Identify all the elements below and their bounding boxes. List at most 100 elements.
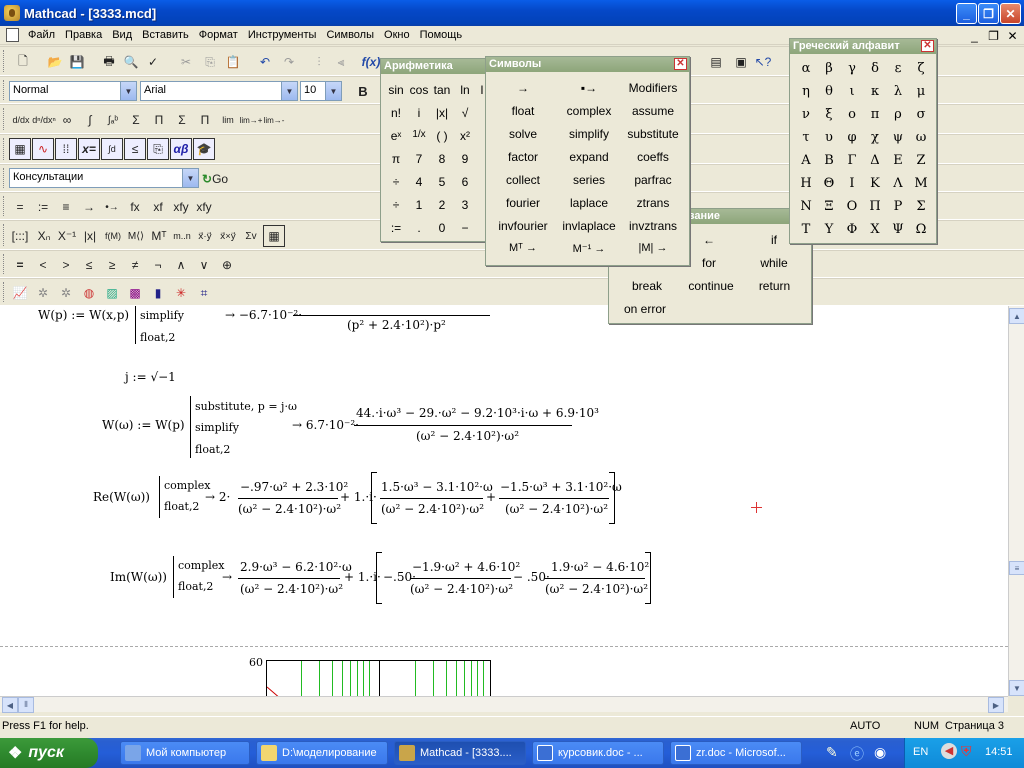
eq3-kw-float[interactable]: float,2: [195, 443, 230, 456]
open-icon[interactable]: 📂: [44, 51, 66, 73]
arith-minus-button[interactable]: −: [454, 221, 476, 235]
sym-ztrans-button[interactable]: ztrans: [620, 196, 686, 210]
arith-4-button[interactable]: 4: [408, 175, 430, 189]
arithmetic-palette[interactable]: Арифметика sin cos tan ln l n! i |x| √ e…: [380, 58, 488, 242]
bool-equal-button[interactable]: =: [9, 254, 31, 276]
maximize-button[interactable]: ❐: [978, 3, 999, 24]
task-word-kursovik[interactable]: курсовик.doc - ...: [532, 741, 664, 765]
greek-letter-button[interactable]: Θ: [819, 176, 839, 191]
greek-letter-button[interactable]: Μ: [911, 176, 931, 191]
eval-keyword-button[interactable]: •→: [101, 196, 123, 218]
greek-palette[interactable]: Греческий алфавит ✕ αβγδεζ ηθικλμ νξοπρσ τυφ…: [789, 38, 937, 244]
eq2-j-definition[interactable]: j := √−1: [125, 370, 176, 384]
indefinite-integral-button[interactable]: ∫: [79, 109, 101, 131]
programming-palette-icon[interactable]: ⎘: [147, 138, 169, 160]
symbolic-palette[interactable]: Символы ✕ → ▪→ Modifiers float complex as…: [485, 56, 690, 266]
resource-combo[interactable]: Консультации ▼: [9, 168, 199, 188]
undo-icon[interactable]: ↶: [254, 51, 276, 73]
minimize-button[interactable]: _: [956, 3, 977, 24]
calculus-palette-icon[interactable]: ∫d: [101, 138, 123, 160]
worksheet[interactable]: W(p) := W(x,p) simplify float,2 → −6.7·1…: [0, 306, 1008, 696]
sym-modifiers-button[interactable]: Modifiers: [620, 81, 686, 95]
greek-letter-button[interactable]: Δ: [865, 153, 885, 168]
greek-letter-button[interactable]: Ω: [911, 222, 931, 237]
quicklaunch-pen-icon[interactable]: ✎: [826, 744, 844, 762]
back-arrow-icon[interactable]: ◀: [941, 743, 957, 759]
zoom-plot-icon[interactable]: ✲: [55, 282, 77, 304]
quicklaunch-app-icon[interactable]: ◉: [874, 744, 892, 762]
scroll-thumb[interactable]: ≡: [1009, 561, 1024, 575]
doc-minimize-button[interactable]: _: [966, 28, 983, 43]
arith-2-button[interactable]: 2: [431, 198, 453, 212]
vertical-scrollbar[interactable]: ▲ ≡ ▼: [1008, 306, 1024, 696]
align-down-icon[interactable]: ⫷: [330, 51, 352, 73]
surface-plot-icon[interactable]: ◍: [78, 282, 100, 304]
sym-series-button[interactable]: series: [556, 173, 622, 187]
menu-tools[interactable]: Инструменты: [243, 29, 322, 41]
print-icon[interactable]: 🖶: [98, 51, 120, 73]
arith-sqrt-button[interactable]: √: [454, 106, 476, 120]
menu-view[interactable]: Вид: [107, 29, 137, 41]
greek-letter-button[interactable]: Π: [865, 199, 885, 214]
eq4-kw-float[interactable]: float,2: [164, 500, 199, 513]
quicklaunch-ie-icon[interactable]: ⓔ: [850, 744, 868, 762]
save-icon[interactable]: 💾: [66, 51, 88, 73]
greek-letter-button[interactable]: Ψ: [888, 222, 908, 237]
redo-icon[interactable]: ↷: [278, 51, 300, 73]
greek-letter-button[interactable]: ε: [888, 61, 908, 76]
language-indicator[interactable]: EN: [913, 746, 928, 758]
product-button[interactable]: Π: [148, 109, 170, 131]
vector-sum-button[interactable]: Σv: [240, 225, 262, 247]
print-preview-icon[interactable]: 🔍: [120, 51, 142, 73]
prog-on-error-button[interactable]: on error: [617, 302, 673, 316]
chevron-down-icon[interactable]: ▼: [120, 82, 136, 100]
or-button[interactable]: ∨: [193, 254, 215, 276]
greek-letter-button[interactable]: Ν: [796, 199, 816, 214]
task-my-computer[interactable]: Мой компьютер: [120, 741, 250, 765]
evaluation-palette-icon[interactable]: x=: [78, 138, 100, 160]
vector-field-icon[interactable]: ⌗: [193, 282, 215, 304]
task-mathcad[interactable]: Mathcad - [3333....: [394, 741, 526, 765]
new-icon[interactable]: 🗋: [12, 51, 34, 73]
arith-abs-button[interactable]: |x|: [431, 106, 453, 120]
cut-icon[interactable]: ✂: [175, 51, 197, 73]
greek-letter-button[interactable]: Β: [819, 153, 839, 168]
greek-letter-button[interactable]: ξ: [819, 107, 839, 122]
clock[interactable]: 14:51: [985, 746, 1013, 758]
column-button[interactable]: M⟨⟩: [125, 225, 147, 247]
arith-reciprocal-button[interactable]: 1/x: [408, 129, 430, 140]
eq4-lhs[interactable]: Re(W(ω)): [93, 490, 150, 504]
greek-letter-button[interactable]: χ: [865, 130, 885, 145]
nth-derivative-button[interactable]: dⁿ/dxⁿ: [32, 109, 56, 131]
greek-letter-button[interactable]: η: [796, 84, 816, 99]
infinity-button[interactable]: ∞: [56, 109, 78, 131]
arith-ln-button[interactable]: ln: [454, 83, 476, 97]
greek-letter-button[interactable]: ο: [842, 107, 862, 122]
sym-substitute-button[interactable]: substitute: [620, 127, 686, 141]
menu-insert[interactable]: Вставить: [137, 29, 194, 41]
sym-solve-button[interactable]: solve: [490, 127, 556, 141]
less-than-button[interactable]: <: [32, 254, 54, 276]
task-folder[interactable]: D:\моделирование: [256, 741, 388, 765]
3d-bar-icon[interactable]: ▮: [147, 282, 169, 304]
arith-square-button[interactable]: x²: [454, 129, 476, 143]
arith-8-button[interactable]: 8: [431, 152, 453, 166]
align-across-icon[interactable]: ⫶: [308, 51, 330, 73]
range-sum-button[interactable]: Σ: [171, 109, 193, 131]
scroll-down-icon[interactable]: ▼: [1009, 680, 1024, 696]
arith-sin-button[interactable]: sin: [385, 83, 407, 97]
prog-continue-button[interactable]: continue: [681, 279, 741, 293]
greek-letter-button[interactable]: σ: [911, 107, 931, 122]
arith-divide-inline-button[interactable]: ÷: [385, 175, 407, 189]
limit-button[interactable]: lim: [217, 109, 239, 131]
greek-letter-button[interactable]: μ: [911, 84, 931, 99]
menu-format[interactable]: Формат: [194, 29, 243, 41]
eq5-lhs[interactable]: Im(W(ω)): [110, 570, 167, 584]
arith-i-button[interactable]: i: [408, 106, 430, 120]
greek-letter-button[interactable]: Τ: [796, 222, 816, 237]
less-equal-button[interactable]: ≤: [78, 254, 100, 276]
greater-equal-button[interactable]: ≥: [101, 254, 123, 276]
greek-letter-button[interactable]: δ: [865, 61, 885, 76]
plot-area[interactable]: [266, 660, 491, 696]
arith-dot-button[interactable]: .: [408, 221, 430, 235]
